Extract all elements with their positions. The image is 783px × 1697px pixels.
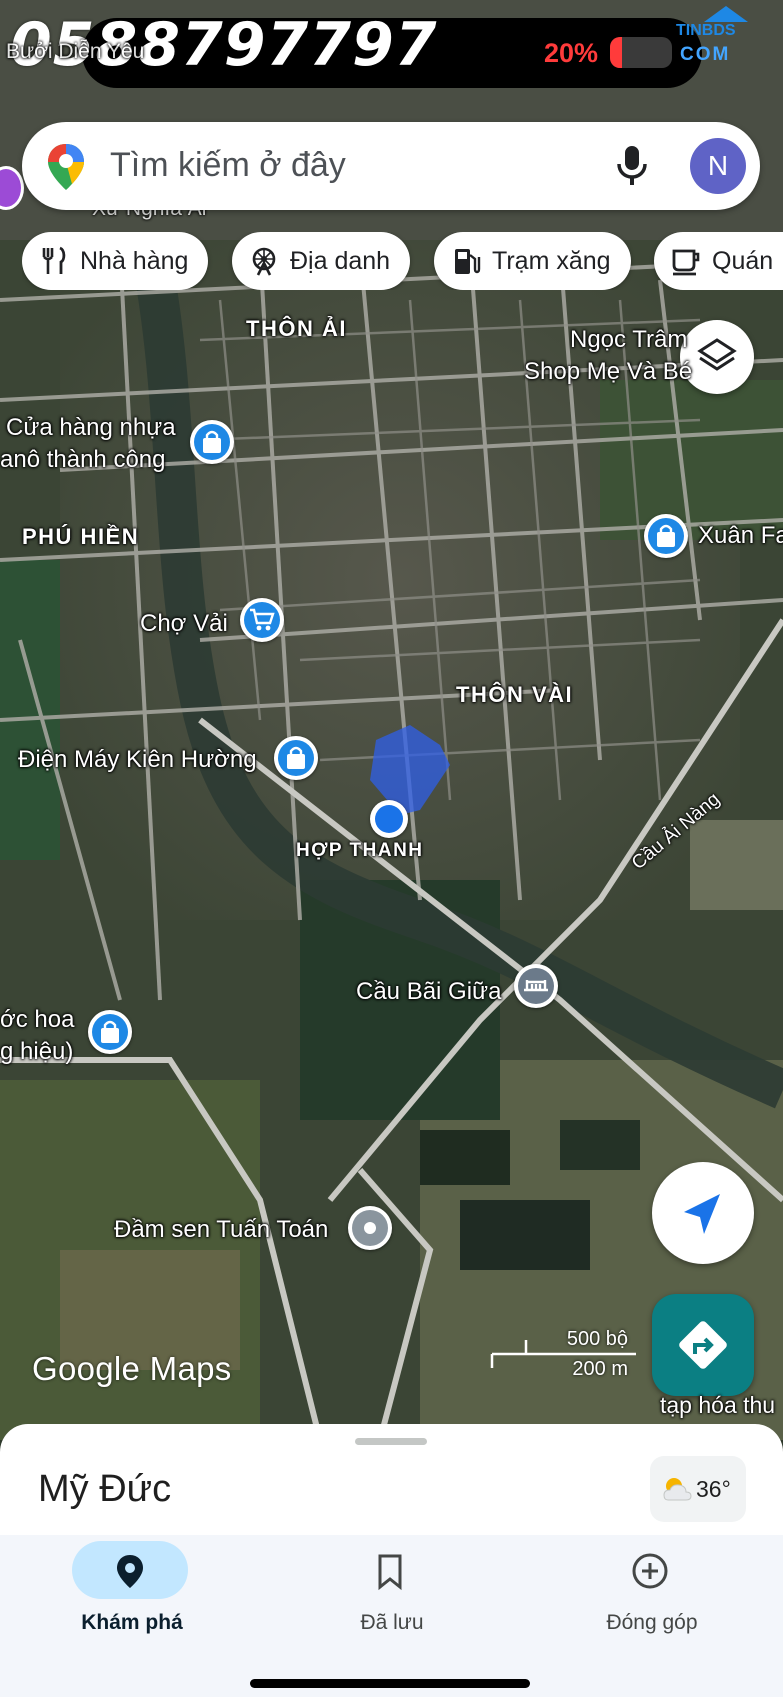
home-indicator[interactable] xyxy=(250,1679,530,1688)
shopping-bag-icon xyxy=(101,1020,119,1043)
nav-saved[interactable]: Đã lưu xyxy=(292,1535,492,1655)
chip-gas-stations[interactable]: Trạm xăng xyxy=(434,232,631,290)
category-chips: Nhà hàng Địa danh Trạm xăng Quán xyxy=(22,232,783,290)
shopping-bag-icon xyxy=(203,430,221,453)
brand-logo-bottom: COM xyxy=(680,44,731,65)
chip-label-gas-stations: Trạm xăng xyxy=(492,246,611,275)
place-ngoc-tram-line1[interactable]: Ngọc Trâm xyxy=(570,326,687,354)
fork-knife-icon xyxy=(42,246,66,274)
scale-lines xyxy=(490,1340,636,1368)
gas-pump-icon xyxy=(455,249,481,274)
nav-label-explore: Khám phá xyxy=(81,1611,183,1634)
explore-pin-icon xyxy=(117,1555,143,1588)
shopping-bag-pin[interactable] xyxy=(190,420,234,464)
place-cho-vai[interactable]: Chợ Vải xyxy=(140,610,228,638)
area-label-phu-hien: PHÚ HIỀN xyxy=(22,524,140,549)
location-title: Mỹ Đức xyxy=(38,1468,172,1510)
microphone-icon[interactable] xyxy=(612,144,652,188)
place-dam-sen[interactable]: Đầm sen Tuấn Toán xyxy=(114,1216,328,1244)
weather-chip[interactable]: 36° xyxy=(650,1456,746,1522)
generic-place-pin[interactable] xyxy=(348,1206,392,1250)
area-label-thon-ai: THÔN ẢI xyxy=(246,316,347,341)
account-avatar[interactable]: N xyxy=(690,138,746,194)
search-bar[interactable]: Tìm kiếm ở đây N xyxy=(22,122,760,210)
google-maps-logo-icon xyxy=(48,144,84,190)
bridge-icon xyxy=(524,980,548,992)
shopping-cart-pin[interactable] xyxy=(240,598,284,642)
current-location-dot[interactable] xyxy=(370,800,408,838)
my-location-button[interactable] xyxy=(652,1162,754,1264)
directions-icon xyxy=(679,1321,727,1369)
coffee-cup-icon xyxy=(672,249,700,276)
place-cua-hang-line2[interactable]: anô thành công xyxy=(0,446,165,474)
search-input[interactable]: Tìm kiếm ở đây xyxy=(110,146,346,185)
navigation-arrow-icon xyxy=(684,1194,720,1234)
place-nuoc-hoa-line2[interactable]: g hiệu) xyxy=(0,1038,73,1066)
shopping-bag-pin-xuan-fa[interactable] xyxy=(644,514,688,558)
area-label-thon-vai: THÔN VÀI xyxy=(456,682,574,707)
chip-landmarks[interactable]: Địa danh xyxy=(232,232,411,290)
nav-label-contribute: Đóng góp xyxy=(606,1611,698,1634)
sheet-drag-handle[interactable] xyxy=(355,1438,427,1445)
bridge-pin[interactable] xyxy=(514,964,558,1008)
google-maps-wordmark: Google Maps xyxy=(32,1350,232,1387)
area-label-hop-thanh: HỢP THANH xyxy=(296,840,424,861)
dot-icon xyxy=(364,1222,376,1234)
place-nuoc-hoa-line1[interactable]: ớc hoa xyxy=(0,1006,74,1034)
place-cau-bai-giua[interactable]: Cầu Bãi Giữa xyxy=(356,978,501,1006)
place-cua-hang-line1[interactable]: Cửa hàng nhựa xyxy=(6,414,176,442)
shopping-cart-icon xyxy=(250,608,275,631)
nav-contribute[interactable]: Đóng góp xyxy=(552,1535,752,1655)
battery-level-fill xyxy=(610,37,623,68)
chip-cafes[interactable]: Quán xyxy=(654,232,783,290)
place-dien-may[interactable]: Điện Máy Kiên Hường xyxy=(18,746,257,774)
battery-icon xyxy=(610,37,672,68)
place-ngoc-tram-line2[interactable]: Shop Mẹ Và Bé xyxy=(524,358,692,386)
shopping-bag-pin-dien-may[interactable] xyxy=(274,736,318,780)
battery-percentage: 20% xyxy=(544,38,599,68)
add-circle-icon xyxy=(632,1553,668,1589)
chip-label-landmarks: Địa danh xyxy=(290,246,391,275)
scale-bar: 500 bộ 200 m xyxy=(490,1326,640,1382)
place-xuan-fa[interactable]: Xuân Fa xyxy=(698,522,783,550)
house-roof-icon xyxy=(704,6,748,22)
bottom-navigation: Khám phá Đã lưu Đóng góp xyxy=(0,1535,783,1697)
nav-explore[interactable]: Khám phá xyxy=(32,1535,232,1655)
tinbds-watermark-logo: TINBDS COM xyxy=(676,6,776,66)
shopping-bag-pin-nuoc-hoa[interactable] xyxy=(88,1010,132,1054)
shopping-bag-icon xyxy=(657,524,675,547)
directions-button[interactable] xyxy=(652,1294,754,1396)
bookmark-icon xyxy=(378,1554,402,1591)
brand-logo-top: TINBDS xyxy=(676,22,736,39)
temperature-value: 36° xyxy=(696,1476,731,1502)
partly-cloudy-icon xyxy=(663,1478,692,1501)
chip-restaurants[interactable]: Nhà hàng xyxy=(22,232,209,290)
nav-label-saved: Đã lưu xyxy=(360,1611,424,1634)
chip-label-restaurants: Nhà hàng xyxy=(80,246,189,275)
ferris-wheel-icon xyxy=(252,247,276,276)
place-tap-hoa[interactable]: tạp hóa thu xyxy=(660,1392,775,1419)
shopping-bag-icon xyxy=(287,746,305,769)
map-label-partial-top: Bưởi Diễn Yêu xyxy=(6,40,145,63)
chip-label-cafes: Quán xyxy=(712,246,774,275)
